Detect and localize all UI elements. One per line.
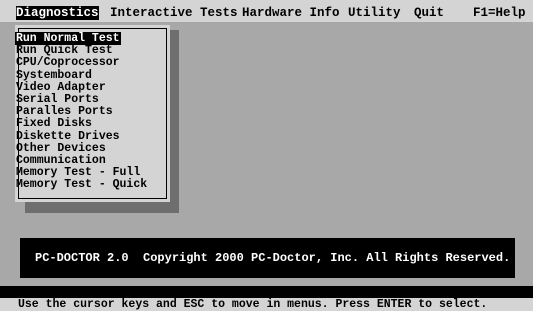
- copyright-banner: PC-DOCTOR 2.0 Copyright 2000 PC-Doctor, …: [20, 238, 515, 278]
- menu-diagnostics[interactable]: Diagnostics: [16, 6, 99, 20]
- dropdown-item-fixed-disks[interactable]: Fixed Disks: [15, 118, 160, 130]
- menu-interactive-tests[interactable]: Interactive Tests: [110, 6, 238, 20]
- menu-hardware-info[interactable]: Hardware Info: [242, 6, 340, 20]
- dropdown-item-memory-test-quick[interactable]: Memory Test - Quick: [15, 179, 160, 191]
- dropdown-list: Run Normal Test Run Quick Test CPU/Copro…: [15, 32, 160, 191]
- dropdown-item-diskette-drives[interactable]: Diskette Drives: [15, 130, 160, 143]
- menu-utility[interactable]: Utility: [348, 6, 401, 20]
- menu-bar: Diagnostics Interactive Tests Hardware I…: [0, 0, 533, 22]
- dropdown-item-systemboard[interactable]: Systemboard: [15, 69, 160, 82]
- status-hint-text: Use the cursor keys and ESC to move in m…: [18, 298, 488, 311]
- menu-help[interactable]: F1=Help: [473, 6, 526, 20]
- copyright-text: PC-DOCTOR 2.0 Copyright 2000 PC-Doctor, …: [35, 251, 511, 265]
- dropdown-item-cpu-coprocessor[interactable]: CPU/Coprocessor: [15, 57, 160, 69]
- dos-screen: Diagnostics Interactive Tests Hardware I…: [0, 0, 533, 311]
- status-bar: Use the cursor keys and ESC to move in m…: [0, 298, 533, 311]
- status-separator: [0, 286, 533, 298]
- menu-quit[interactable]: Quit: [414, 6, 444, 20]
